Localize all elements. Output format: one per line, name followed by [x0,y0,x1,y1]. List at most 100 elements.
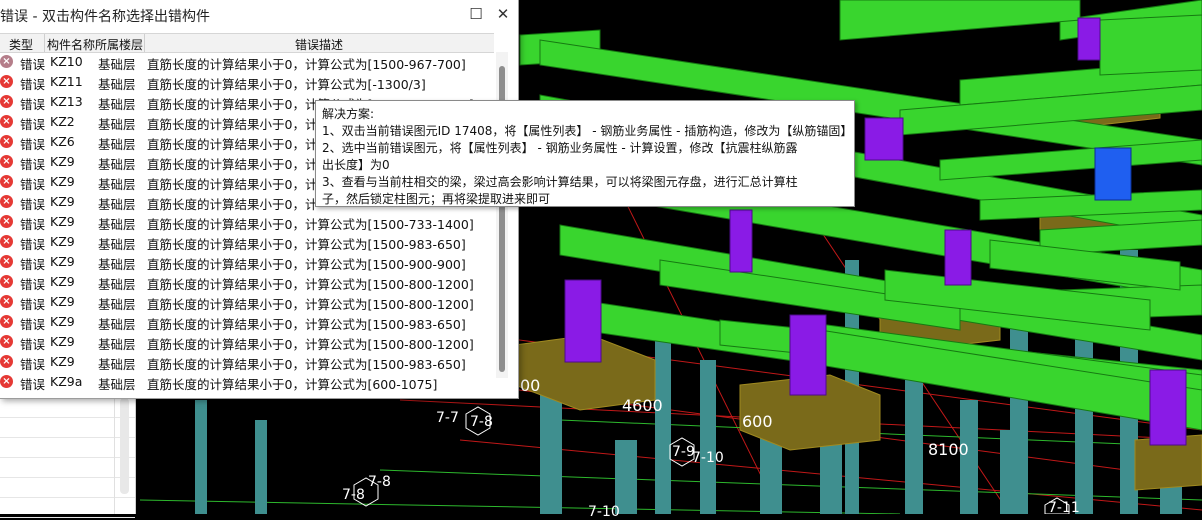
maximize-icon[interactable]: ☐ [465,4,487,24]
error-icon: × [0,175,13,188]
row-floor: 基础层 [98,257,136,272]
row-type: 错误 [20,297,46,312]
row-component-name[interactable]: KZ9 [50,354,75,369]
axis-label: 7-8 [368,474,391,490]
row-component-name[interactable]: KZ9 [50,174,75,189]
table-row[interactable]: × 错误 KZ10 基础层 直筋长度的计算结果小于0，计算公式为[1500-967-70… [0,52,494,72]
row-type: 错误 [20,177,46,192]
tooltip-line: 子，然后锁定柱图元；再将梁提取进来即可 [322,192,551,206]
row-component-name[interactable]: KZ9 [50,294,75,309]
dialog-title: 错误 - 双击构件名称选择出错构件 [0,9,210,25]
column-header-floor[interactable]: 所属楼层 [95,36,143,53]
row-floor: 基础层 [98,237,136,252]
error-icon: × [0,335,13,348]
row-floor: 基础层 [98,297,136,312]
row-component-name[interactable]: KZ2 [50,114,75,129]
row-component-name[interactable]: KZ9 [50,274,75,289]
row-description: 直筋长度的计算结果小于0，计 [147,137,318,152]
error-icon: × [0,115,13,128]
row-component-name[interactable]: KZ9 [50,314,75,329]
row-type: 错误 [20,377,46,392]
row-description: 直筋长度的计算结果小于0，计算公式为[1500-900-900] [147,257,466,272]
close-icon[interactable]: ✕ [492,4,514,24]
tooltip-line: 3、查看与当前柱相交的梁，梁过高会影响计算结果，可以将梁图元存盘，进行汇总计算柱 [322,175,798,189]
error-icon: × [0,75,13,88]
row-component-name[interactable]: KZ9 [50,334,75,349]
error-icon: × [0,195,13,208]
error-icon: × [0,375,13,388]
row-floor: 基础层 [98,117,136,132]
table-row[interactable]: × 错误 KZ9 基础层 直筋长度的计算结果小于0，计算公式为[1500-800-120… [0,332,494,352]
row-component-name[interactable]: KZ6 [50,134,75,149]
table-row[interactable]: × 错误 KZ9 基础层 直筋长度的计算结果小于0，计算公式为[1500-983-650… [0,232,494,252]
row-type: 错误 [20,357,46,372]
row-component-name[interactable]: KZ11 [50,74,83,89]
dimension-label: 4600 [622,396,663,415]
error-icon: × [0,255,13,268]
row-floor: 基础层 [98,377,136,392]
row-component-name[interactable]: KZ9 [50,154,75,169]
error-icon: × [0,215,13,228]
error-icon: × [0,295,13,308]
row-floor: 基础层 [98,217,136,232]
row-type: 错误 [20,197,46,212]
row-floor: 基础层 [98,97,136,112]
row-floor: 基础层 [98,197,136,212]
row-description: 直筋长度的计算结果小于0，计算公式为[1500-800-1200] [147,297,474,312]
row-description: 直筋长度的计算结果小于0，计算公式为[1500-733-1400] [147,217,474,232]
tooltip-line: 解决方案: [322,107,375,121]
row-component-name[interactable]: KZ9 [50,194,75,209]
error-icon: × [0,155,13,168]
row-component-name[interactable]: KZ9 [50,234,75,249]
axis-label: 7-8 [470,414,493,430]
row-component-name[interactable]: KZ10 [50,54,83,69]
error-icon: × [0,315,13,328]
row-type: 错误 [20,257,46,272]
side-panel-scrollbar[interactable] [120,398,129,494]
error-icon: × [0,95,13,108]
dialog-titlebar[interactable]: 错误 - 双击构件名称选择出错构件 ☐ ✕ [0,0,518,30]
row-component-name[interactable]: KZ9 [50,214,75,229]
row-description: 直筋长度的计算结果小于0，计算公式为[1500-983-650] [147,237,466,252]
selected-column [1094,147,1132,201]
row-floor: 基础层 [98,137,136,152]
error-table-header: 类型 构件名称 所属楼层 错误描述 [0,33,494,53]
row-floor: 基础层 [98,77,136,92]
table-row[interactable]: × 错误 KZ9 基础层 直筋长度的计算结果小于0，计算公式为[1500-983-650… [0,352,494,372]
row-type: 错误 [20,77,46,92]
row-description: 直筋长度的计算结果小于0，计 [147,197,318,212]
dimension-label: 600 [742,412,773,431]
table-row[interactable]: × 错误 KZ11 基础层 直筋长度的计算结果小于0，计算公式为[-1300/3] [0,72,494,92]
column-header-desc[interactable]: 错误描述 [295,36,343,53]
table-row[interactable]: × 错误 KZ9 基础层 直筋长度的计算结果小于0，计算公式为[1500-983-650… [0,312,494,332]
row-description: 直筋长度的计算结果小于0，计算公式为[1500-800-1200] [147,277,474,292]
table-row[interactable]: × 错误 KZ9 基础层 直筋长度的计算结果小于0，计算公式为[1500-733-140… [0,212,494,232]
row-type: 错误 [20,97,46,112]
row-type: 错误 [20,137,46,152]
tooltip-line: 出长度】为0 [322,158,390,172]
table-row[interactable]: × 错误 KZ9 基础层 直筋长度的计算结果小于0，计算公式为[1500-800-120… [0,292,494,312]
table-row[interactable]: × 错误 KZ9a 基础层 直筋长度的计算结果小于0，计算公式为[600-1075] [0,372,494,392]
row-component-name[interactable]: KZ13 [50,94,83,109]
row-type: 错误 [20,117,46,132]
row-type: 错误 [20,57,46,72]
column-header-type[interactable]: 类型 [9,36,33,53]
row-floor: 基础层 [98,317,136,332]
row-type: 错误 [20,277,46,292]
table-row[interactable]: × 错误 KZ9 基础层 直筋长度的计算结果小于0，计算公式为[1500-800-120… [0,272,494,292]
row-floor: 基础层 [98,157,136,172]
row-component-name[interactable]: KZ9 [50,254,75,269]
row-description: 直筋长度的计算结果小于0，计 [147,157,318,172]
error-icon: × [0,235,13,248]
row-floor: 基础层 [98,277,136,292]
tooltip-line: 1、双击当前错误图元ID 17408，将【属性列表】 - 钢筋业务属性 - 插筋… [322,124,853,138]
row-type: 错误 [20,217,46,232]
tooltip-line: 2、选中当前错误图元，将【属性列表】 - 钢筋业务属性 - 计算设置，修改【抗震… [322,141,798,155]
column-header-name[interactable]: 构件名称 [47,36,95,53]
table-row[interactable]: × 错误 KZ9 基础层 直筋长度的计算结果小于0，计算公式为[1500-900-900… [0,252,494,272]
row-description: 直筋长度的计算结果小于0，计算公式为[1500-800-1200] [147,337,474,352]
row-component-name[interactable]: KZ9a [50,374,82,389]
row-floor: 基础层 [98,337,136,352]
solution-tooltip: 解决方案: 1、双击当前错误图元ID 17408，将【属性列表】 - 钢筋业务属… [315,100,855,207]
row-description: 直筋长度的计算结果小于0，计 [147,177,318,192]
